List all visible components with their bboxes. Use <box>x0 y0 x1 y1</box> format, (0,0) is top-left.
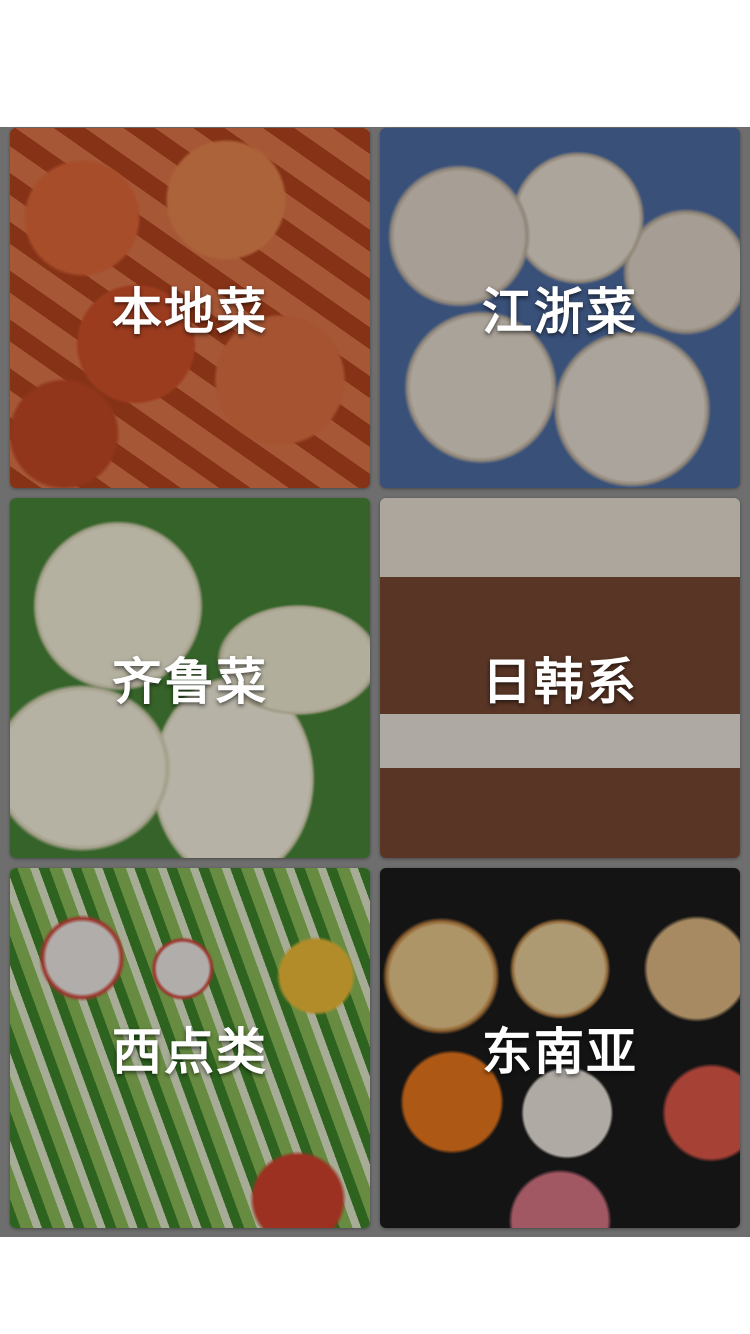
category-tile-southeast-asia[interactable]: 东南亚 <box>380 868 740 1228</box>
category-tile-qilu[interactable]: 齐鲁菜 <box>10 498 370 858</box>
category-tile-japan-korea[interactable]: 日韩系 <box>380 498 740 858</box>
category-tile-jiangzhe[interactable]: 江浙菜 <box>380 128 740 488</box>
category-tile-local[interactable]: 本地菜 <box>10 128 370 488</box>
category-tile-western-pastry[interactable]: 西点类 <box>10 868 370 1228</box>
